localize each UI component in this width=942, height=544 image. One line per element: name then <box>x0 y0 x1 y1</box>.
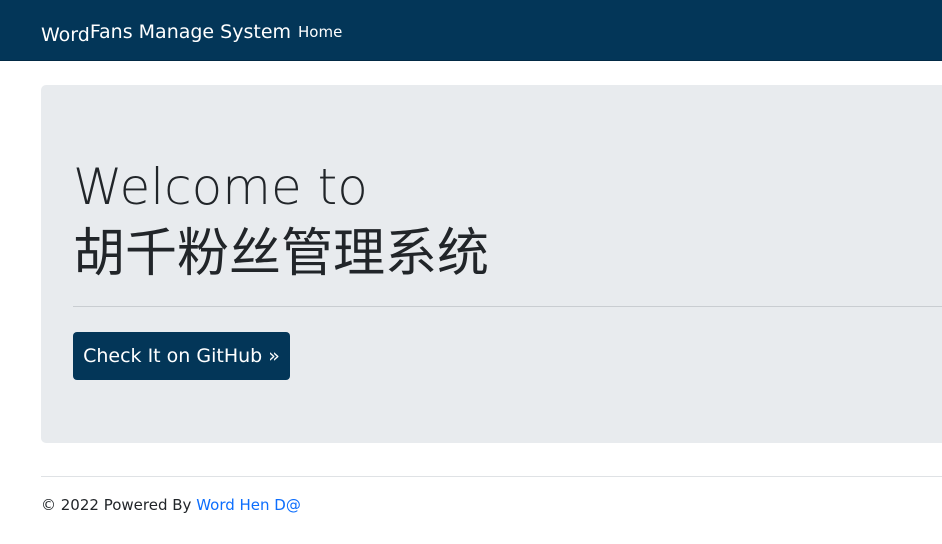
hero-heading-welcome: Welcome to <box>73 158 368 216</box>
top-navbar: WordFans Manage System Home <box>0 0 942 61</box>
nav-home-link[interactable]: Home <box>298 22 342 42</box>
footer: © 2022 Powered By Word Hen D@ <box>41 495 301 515</box>
footer-divider <box>41 476 942 477</box>
brand-prefix: Word <box>41 24 90 46</box>
hero-jumbotron: Welcome to 胡千粉丝管理系统 Check It on GitHub » <box>41 85 942 443</box>
hero-divider <box>73 306 942 307</box>
footer-copyright-text: © 2022 Powered By <box>41 496 197 514</box>
brand-name: Fans Manage System <box>89 21 292 43</box>
footer-author-link[interactable]: Word Hen D@ <box>196 496 301 514</box>
brand-link[interactable]: WordFans Manage System <box>41 19 292 46</box>
hero-heading-system-name: 胡千粉丝管理系统 <box>73 224 490 284</box>
github-button[interactable]: Check It on GitHub » <box>73 332 290 380</box>
